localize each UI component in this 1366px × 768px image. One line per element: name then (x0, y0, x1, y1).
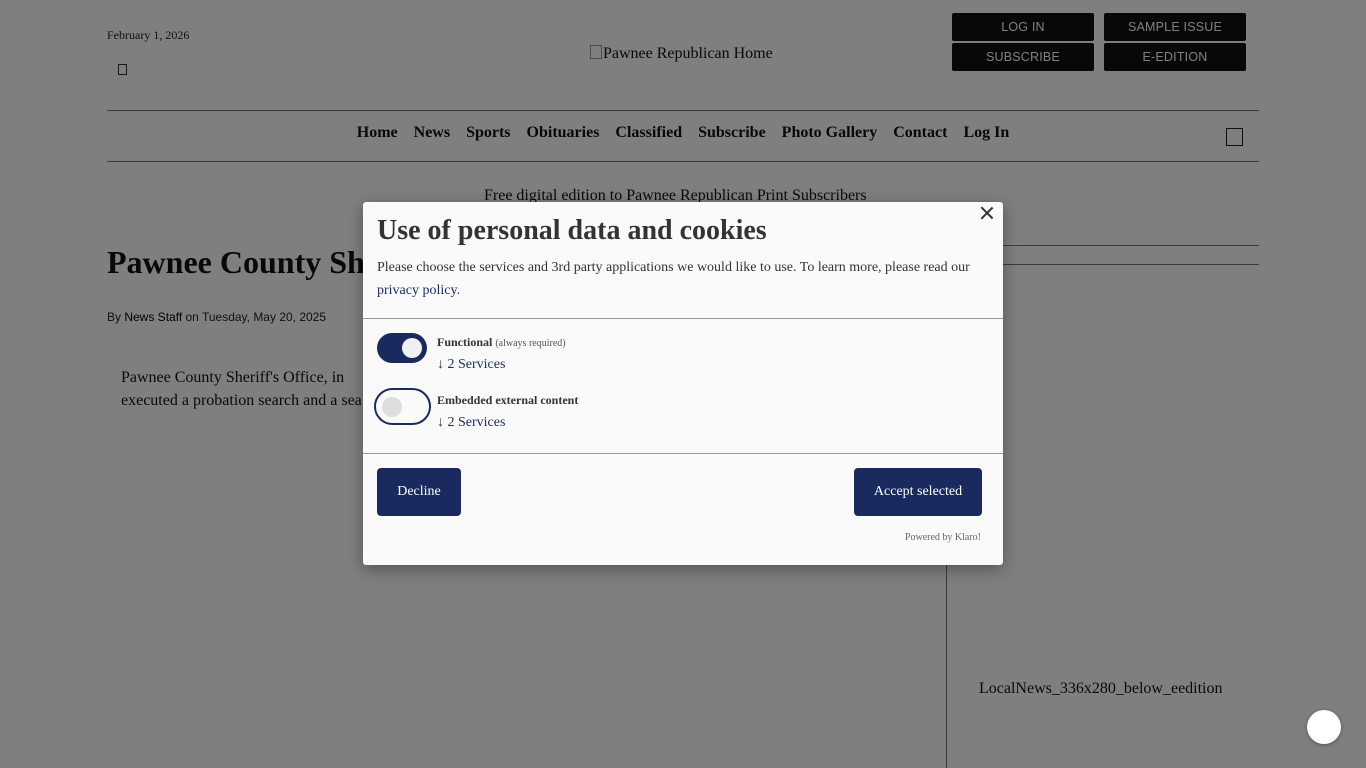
close-icon[interactable] (980, 206, 994, 220)
modal-title: Use of personal data and cookies (377, 215, 767, 246)
accept-selected-button[interactable]: Accept selected (854, 468, 982, 516)
decline-button[interactable]: Decline (377, 468, 461, 516)
cookie-consent-modal: Use of personal data and cookies Please … (363, 202, 1003, 565)
embedded-content-toggle[interactable] (374, 388, 431, 425)
modal-description-end: . (456, 283, 461, 298)
modal-description-text: Please choose the services and 3rd party… (377, 260, 970, 275)
modal-divider (363, 318, 1003, 319)
scroll-to-top-button[interactable] (1307, 710, 1341, 744)
modal-description: Please choose the services and 3rd party… (377, 256, 987, 302)
toggle-knob (382, 397, 402, 417)
functional-toggle[interactable] (377, 333, 427, 363)
powered-by-klaro-link[interactable]: Powered by Klaro! (905, 532, 981, 543)
modal-divider (363, 453, 1003, 454)
service-title-text: Functional (437, 335, 493, 349)
page: February 1, 2026 Pawnee Republican Home … (0, 0, 1366, 768)
privacy-policy-link[interactable]: privacy policy (377, 283, 457, 298)
service-required-note: (always required) (495, 338, 566, 349)
service-title-functional: Functional (always required) (437, 335, 566, 350)
service-title-embedded: Embedded external content (437, 393, 579, 407)
functional-services-link[interactable]: ↓ 2 Services (437, 357, 505, 373)
embedded-services-link[interactable]: ↓ 2 Services (437, 415, 505, 431)
toggle-knob (402, 338, 422, 358)
